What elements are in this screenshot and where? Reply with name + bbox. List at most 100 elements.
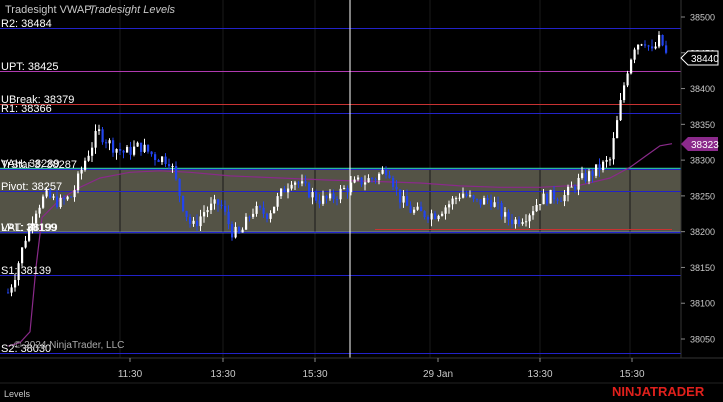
level-label: R1: 38366 [1,103,52,115]
candle-body [343,188,346,190]
candle-body [357,177,360,180]
candle-body [455,198,458,200]
candle-body [84,160,87,170]
candle-body [311,192,314,198]
candle-body [52,196,55,198]
candle-body [427,217,430,220]
indicator-title: Tradesight VWAP, [5,4,93,16]
candle-body [595,164,598,176]
candle-body [332,193,335,200]
price-tick-label: 38500 [690,13,715,23]
candle-body [654,46,657,49]
candle-body [38,207,41,214]
candle-body [154,154,157,161]
price-tick-label: 38050 [690,335,715,345]
candle-body [525,221,528,223]
candle-body [101,129,104,143]
candle-body [619,100,622,121]
price-chart[interactable]: R2: 38484UPT: 38425UBreak: 38379R1: 3836… [0,0,723,402]
candle-body [185,210,188,217]
candle-body [644,44,647,46]
level-label: UPT: 38425 [1,61,58,73]
candle-body [602,161,605,171]
candle-body [199,216,202,227]
price-tick-label: 38200 [690,227,715,237]
candle-body [115,149,118,153]
candle-body [609,159,612,161]
candle-body [10,287,13,293]
candle-body [140,142,143,152]
candle-body [56,196,59,208]
price-tick-label: 38150 [690,263,715,273]
candle-body [252,213,255,217]
candle-body [119,149,122,151]
candle-body [367,178,370,183]
candle-body [353,179,356,183]
candle-body [269,213,272,219]
candle-body [374,179,377,181]
level-label: TrStar 3: 38287 [1,159,77,171]
candle-body [112,140,115,153]
candle-body [388,175,391,178]
candle-body [192,220,195,224]
candle-body [605,159,608,162]
candle-body [651,46,654,49]
candle-body [238,226,241,233]
candle-body [98,129,101,131]
candle-body [42,196,45,208]
candle-body [234,226,237,238]
candle-body [189,216,192,224]
last-price-tag: 38440 [680,50,719,66]
tab-levels[interactable]: Levels [4,389,31,399]
candle-body [469,195,472,197]
candle-body [493,202,496,207]
level-label: LPT: 38199 [1,222,57,234]
indicator-title-secondary: Tradesight Levels [89,4,176,16]
candle-body [637,44,640,50]
candle-body [451,198,454,205]
candle-body [598,164,601,171]
candle-body [273,206,276,214]
candle-body [406,196,409,206]
copyright-text: © 2024 NinjaTrader, LLC [14,340,124,351]
candle-body [287,188,290,193]
time-tick-label: 13:30 [527,369,552,380]
candle-body [514,219,517,225]
candle-body [542,193,545,205]
candle-body [70,196,73,198]
candle-body [339,188,342,200]
candle-body [623,85,626,101]
price-tick-label: 38100 [690,299,715,309]
candle-body [80,169,83,174]
candle-body [549,189,552,204]
candle-body [325,195,328,199]
candle-body [563,195,566,202]
candle-body [507,212,510,220]
candle-body [364,182,367,185]
candle-body [360,177,363,185]
candle-body [77,173,80,191]
candle-body [66,196,69,200]
candle-body [479,199,482,205]
last-price-label: 38440 [691,54,719,65]
candle-body [336,199,339,201]
candle-body [87,155,90,161]
candle-body [441,213,444,216]
candle-body [171,165,174,167]
candle-body [476,198,479,200]
candle-body [157,160,160,163]
candle-body [248,216,251,218]
candle-body [630,59,633,74]
candle-body [518,219,521,224]
candle-body [322,195,325,204]
time-tick-label: 15:30 [302,369,327,380]
candle-body [143,144,146,152]
candle-body [616,120,619,139]
candle-body [647,45,650,47]
candle-body [301,181,304,184]
candle-body [570,186,573,188]
candle-body [108,140,111,144]
level-label: R2: 38484 [1,18,52,30]
candle-body [560,200,563,202]
candle-body [315,192,318,201]
